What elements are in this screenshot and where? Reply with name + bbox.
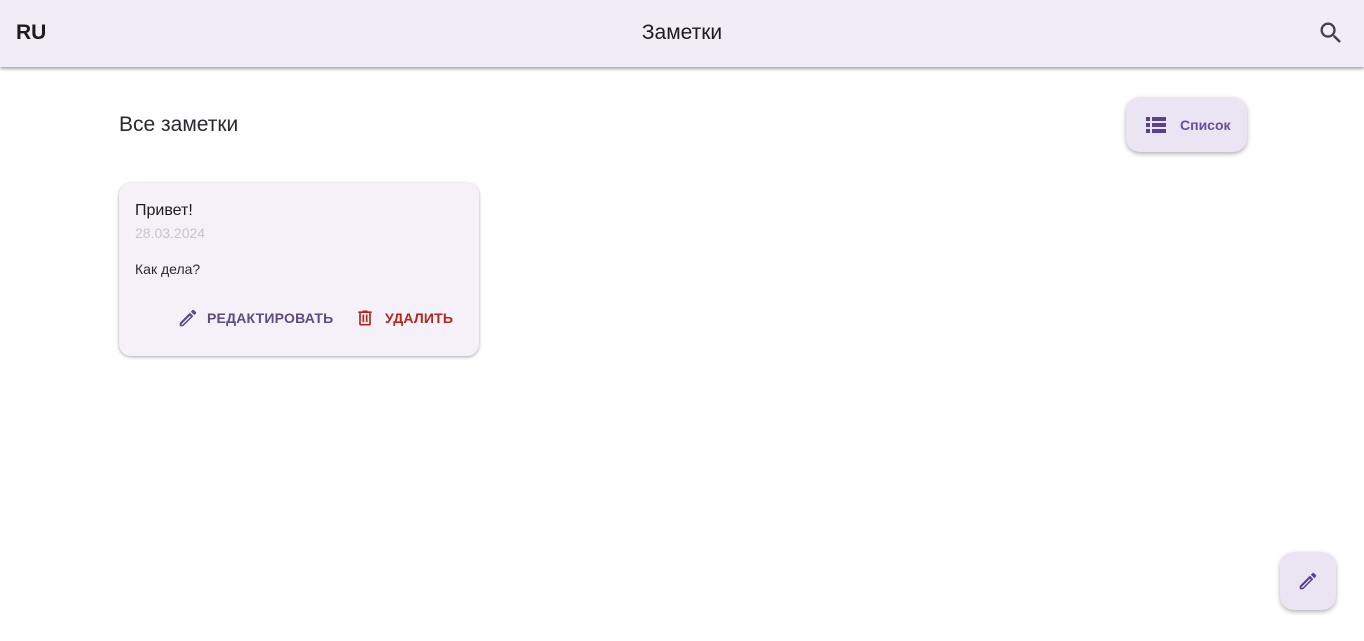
edit-note-button[interactable]: РЕДАКТИРОВАТЬ [177, 304, 333, 332]
trash-icon [358, 310, 372, 326]
note-card: Привет! 28.03.2024 Как дела? РЕДАКТИРОВА… [119, 183, 479, 356]
language-switcher[interactable]: RU [16, 20, 46, 46]
note-body: Как дела? [135, 261, 201, 277]
top-app-bar: RU Заметки [0, 0, 1364, 67]
view-toggle-label: Список [1180, 116, 1231, 133]
list-icon [1146, 116, 1166, 133]
note-date: 28.03.2024 [135, 225, 206, 241]
edit-note-label: РЕДАКТИРОВАТЬ [207, 310, 334, 326]
section-title: Все заметки [119, 113, 239, 136]
pencil-icon [1299, 572, 1317, 590]
pencil-icon [179, 309, 197, 327]
new-note-fab[interactable] [1280, 552, 1336, 610]
delete-note-button[interactable]: УДАЛИТЬ [355, 304, 453, 332]
search-icon [1320, 22, 1341, 43]
view-toggle-button[interactable]: Список [1126, 97, 1247, 152]
page-title: Заметки [641, 21, 723, 44]
search-button[interactable] [1310, 12, 1352, 54]
delete-note-label: УДАЛИТЬ [385, 310, 454, 326]
note-title: Привет! [135, 202, 193, 219]
